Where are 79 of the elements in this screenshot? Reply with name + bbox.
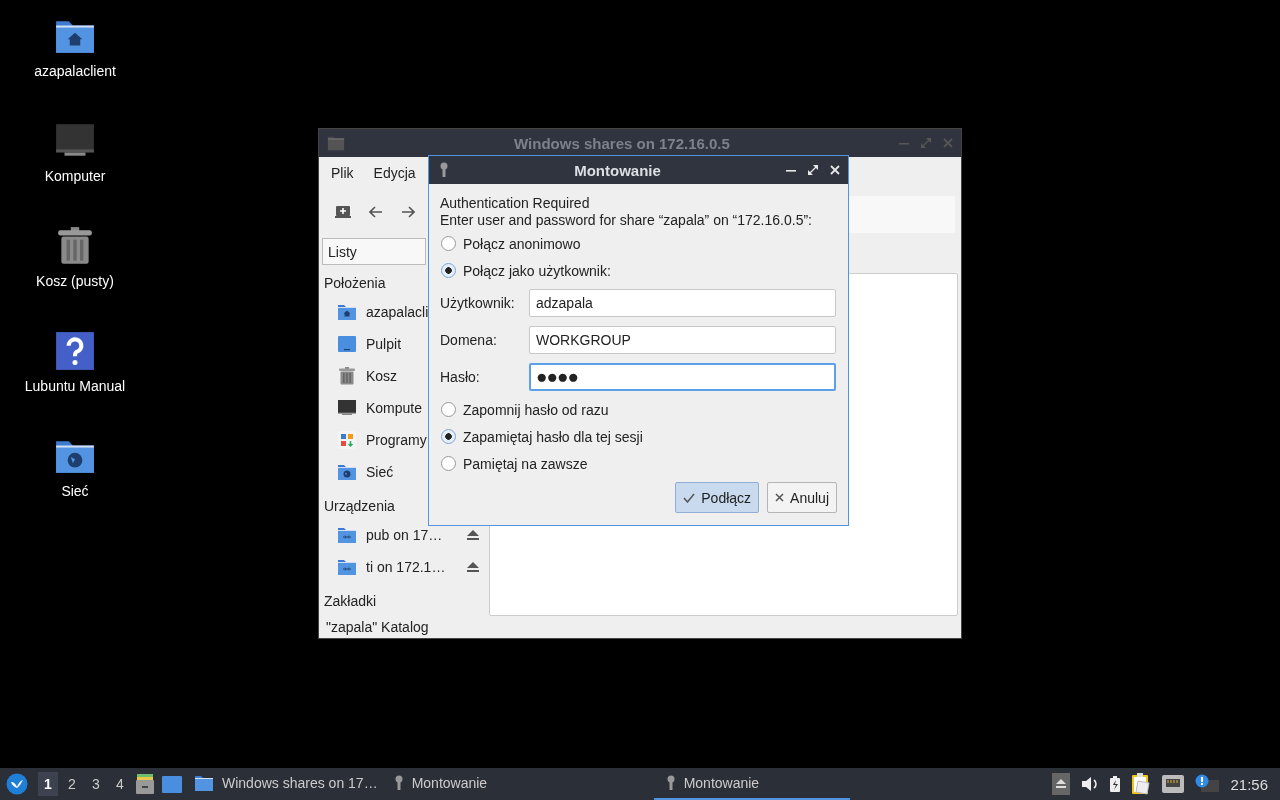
desktop-icon-label: Lubuntu Manual [24, 378, 126, 394]
sidebar-item[interactable]: ti on 172.1… [366, 559, 446, 575]
clock: 21:56 [1230, 775, 1268, 793]
sidebar-item[interactable]: Programy [366, 432, 427, 448]
sidebar-item[interactable]: azapalacli [366, 304, 429, 320]
clipboard-icon[interactable] [1131, 773, 1152, 795]
back-arrow-icon[interactable] [369, 206, 383, 218]
taskbar-task[interactable]: Windows shares on 17… [188, 768, 384, 800]
desktop-icon-label: Sieć [61, 483, 89, 499]
menu-item[interactable]: Edycja [373, 164, 416, 181]
input-field[interactable]: WORKGROUP [529, 325, 836, 354]
start-menu-icon[interactable] [6, 773, 28, 795]
taskbar-task[interactable]: Montowanie [383, 768, 574, 800]
new-tab-icon[interactable] [335, 205, 351, 219]
dialog-title: Montowanie [573, 161, 662, 179]
network-icon[interactable] [1162, 775, 1185, 793]
folder-icon [327, 134, 345, 152]
notification-icon[interactable] [1195, 774, 1220, 794]
radio-label[interactable]: Połącz anonimowo [463, 235, 581, 252]
radio-button[interactable] [441, 236, 456, 251]
battery-icon[interactable] [1110, 776, 1121, 792]
desktop-icon[interactable] [162, 775, 182, 793]
trash-icon [337, 366, 357, 386]
key-icon [439, 162, 449, 178]
eject-icon[interactable] [467, 562, 479, 572]
workspace-button[interactable]: 3 [86, 772, 106, 796]
dialog-heading: Authentication Required [440, 195, 591, 212]
dialog-button[interactable]: Podłącz [675, 482, 760, 513]
sidebar-item[interactable]: pub on 17… [366, 527, 443, 543]
field-label: Użytkownik: [440, 294, 516, 311]
eject-icon[interactable] [1052, 773, 1071, 795]
sidebar-heading: Położenia [323, 273, 386, 293]
dialog-button[interactable]: Anuluj [767, 482, 837, 513]
desktop-icon-label: Kosz (pusty) [36, 273, 114, 289]
help-icon[interactable] [54, 330, 96, 372]
radio-label[interactable]: Połącz jako użytkownik: [463, 262, 611, 279]
workspace-button[interactable]: 1 [38, 772, 58, 796]
view-mode-dropdown[interactable]: Listy [322, 238, 426, 265]
network-folder-icon [337, 462, 357, 482]
close-icon [775, 493, 785, 502]
sidebar-item[interactable]: Sieć [366, 464, 394, 480]
forward-arrow-icon[interactable] [401, 206, 415, 218]
shared-folder-icon [337, 525, 357, 545]
input-field[interactable]: ●●●● [529, 362, 836, 391]
sidebar-item[interactable]: Pulpit [366, 336, 402, 352]
radio-button[interactable] [441, 402, 456, 417]
shared-folder-icon [337, 557, 357, 577]
desktop-icon-label: Komputer [44, 168, 106, 184]
radio-button[interactable] [441, 456, 456, 471]
folder-icon [194, 773, 214, 793]
radio-label[interactable]: Pamiętaj na zawsze [463, 455, 588, 472]
sidebar-item[interactable]: Kosz [366, 368, 398, 384]
desktop-icon-label: azapalaclient [34, 63, 116, 79]
taskbar-task[interactable]: Montowanie [653, 768, 850, 800]
sidebar-heading: Zakładki [323, 591, 377, 611]
file-cabinet-icon[interactable] [136, 774, 154, 794]
volume-icon[interactable] [1081, 776, 1100, 792]
desktop-icon [337, 334, 357, 354]
workspace-button[interactable]: 4 [110, 772, 130, 796]
check-icon [683, 492, 696, 503]
field-label: Hasło: [440, 368, 481, 385]
radio-label[interactable]: Zapamiętaj hasło dla tej sesji [463, 428, 643, 445]
window-title: Windows shares on 172.16.0.5 [513, 134, 731, 152]
radio-label[interactable]: Zapomnij hasło od razu [463, 401, 609, 418]
menu-item[interactable]: Plik [331, 164, 354, 181]
input-field[interactable]: adzapala [529, 288, 836, 317]
status-text: "zapala" Katalog [326, 619, 429, 635]
radio-button[interactable] [441, 429, 456, 444]
sidebar-item[interactable]: Kompute [366, 400, 423, 416]
radio-button[interactable] [441, 263, 456, 278]
key-icon [393, 775, 404, 791]
workspace-button[interactable]: 2 [62, 772, 82, 796]
field-label: Domena: [440, 331, 498, 348]
eject-icon[interactable] [467, 530, 479, 540]
home-folder-icon [337, 302, 357, 322]
sidebar-heading: Urządzenia [323, 496, 395, 516]
key-icon [665, 775, 676, 791]
monitor-icon [337, 398, 357, 418]
dialog-message: Enter user and password for share “zapala” on “172.16.0.5”: [440, 212, 813, 229]
